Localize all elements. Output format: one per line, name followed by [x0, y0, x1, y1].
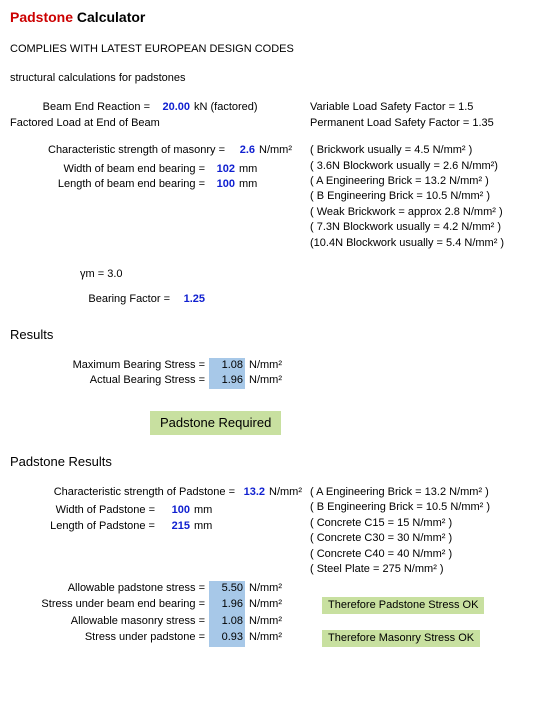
pad-char-strength-value: 13.2	[235, 485, 265, 500]
pad-width-unit: mm	[190, 503, 212, 518]
max-bearing-value: 1.08	[209, 358, 245, 373]
padstone-note: ( Concrete C40 = 40 N/mm² )	[310, 547, 540, 562]
masonry-block: Characteristic strength of masonry = 2.6…	[10, 143, 540, 251]
pad-length-value: 215	[155, 519, 190, 534]
padstone-note: ( B Engineering Brick = 10.5 N/mm² )	[310, 500, 540, 515]
gamma-label: γm = 3.0	[10, 267, 540, 282]
description-text: structural calculations for padstones	[10, 71, 540, 86]
actual-bearing-value: 1.96	[209, 373, 245, 388]
title-word2: Calculator	[77, 9, 145, 25]
char-strength-unit: N/mm²	[255, 143, 292, 158]
inputs-block: Beam End Reaction = 20.00 kN (factored) …	[10, 100, 540, 131]
allow-pad-label: Allowable padstone stress =	[10, 581, 205, 596]
stress-pad-value: 0.93	[209, 630, 245, 647]
page-title: Padstone Calculator	[10, 8, 540, 28]
width-bearing-value: 102	[205, 162, 235, 177]
results-heading: Results	[10, 326, 540, 344]
pad-width-label: Width of Padstone =	[10, 503, 155, 518]
bearing-factor-label: Bearing Factor =	[10, 292, 170, 307]
width-bearing-unit: mm	[235, 162, 257, 177]
actual-bearing-label: Actual Bearing Stress =	[10, 373, 205, 388]
masonry-note: ( 3.6N Blockwork usually = 2.6 N/mm²)	[310, 159, 540, 174]
allow-pad-value: 5.50	[209, 581, 245, 596]
masonry-note: ( Brickwork usually = 4.5 N/mm² )	[310, 143, 540, 158]
padstone-notes: ( A Engineering Brick = 13.2 N/mm² ) ( B…	[310, 485, 540, 577]
padstone-note: ( Steel Plate = 275 N/mm² )	[310, 562, 540, 577]
stress-pad-label: Stress under padstone =	[10, 630, 205, 647]
pad-char-strength-label: Characteristic strength of Padstone =	[10, 485, 235, 500]
padstone-inputs: Characteristic strength of Padstone = 13…	[10, 485, 540, 577]
length-bearing-value: 100	[205, 177, 235, 192]
length-bearing-label: Length of beam end bearing =	[10, 177, 205, 192]
actual-bearing-unit: N/mm²	[245, 373, 282, 388]
padstone-note: ( Concrete C15 = 15 N/mm² )	[310, 516, 540, 531]
verdict-box: Padstone Required	[150, 411, 281, 435]
masonry-note: ( A Engineering Brick = 13.2 N/mm² )	[310, 174, 540, 189]
factored-load-label: Factored Load at End of Beam	[10, 116, 310, 131]
padstone-note: ( A Engineering Brick = 13.2 N/mm² )	[310, 485, 540, 500]
pad-char-strength-unit: N/mm²	[265, 485, 302, 500]
max-bearing-unit: N/mm²	[245, 358, 282, 373]
pad-length-unit: mm	[190, 519, 212, 534]
masonry-notes: ( Brickwork usually = 4.5 N/mm² ) ( 3.6N…	[310, 143, 540, 251]
title-word1: Padstone	[10, 9, 73, 25]
stress-beam-label: Stress under beam end bearing =	[10, 597, 205, 614]
allow-pad-unit: N/mm²	[245, 581, 282, 596]
max-bearing-label: Maximum Bearing Stress =	[10, 358, 205, 373]
allow-mas-unit: N/mm²	[245, 614, 282, 629]
masonry-note: ( Weak Brickwork = approx 2.8 N/mm² )	[310, 205, 540, 220]
masonry-note: ( B Engineering Brick = 10.5 N/mm² )	[310, 189, 540, 204]
permanent-sf-text: Permanent Load Safety Factor = 1.35	[310, 116, 540, 131]
pad-length-label: Length of Padstone =	[10, 519, 155, 534]
beam-end-reaction-label: Beam End Reaction =	[10, 100, 150, 115]
pad-width-value: 100	[155, 503, 190, 518]
masonry-note: ( 7.3N Blockwork usually = 4.2 N/mm² )	[310, 220, 540, 235]
compliance-text: COMPLIES WITH LATEST EUROPEAN DESIGN COD…	[10, 42, 540, 57]
padstone-note: ( Concrete C30 = 30 N/mm² )	[310, 531, 540, 546]
verdict-padstone: Therefore Padstone Stress OK	[322, 597, 484, 614]
variable-sf-text: Variable Load Safety Factor = 1.5	[310, 100, 540, 115]
allow-mas-value: 1.08	[209, 614, 245, 629]
masonry-note: (10.4N Blockwork usually = 5.4 N/mm² )	[310, 236, 540, 251]
bearing-factor-value: 1.25	[170, 292, 205, 307]
verdict-masonry: Therefore Masonry Stress OK	[322, 630, 480, 647]
stress-beam-unit: N/mm²	[245, 597, 282, 614]
char-strength-label: Characteristic strength of masonry =	[10, 143, 225, 158]
length-bearing-unit: mm	[235, 177, 257, 192]
allow-mas-label: Allowable masonry stress =	[10, 614, 205, 629]
width-bearing-label: Width of beam end bearing =	[10, 162, 205, 177]
padstone-heading: Padstone Results	[10, 453, 540, 471]
stress-pad-unit: N/mm²	[245, 630, 282, 647]
beam-end-reaction-value: 20.00	[150, 100, 190, 115]
stress-beam-value: 1.96	[209, 597, 245, 614]
char-strength-value: 2.6	[225, 143, 255, 158]
beam-end-reaction-unit: kN (factored)	[190, 100, 258, 115]
